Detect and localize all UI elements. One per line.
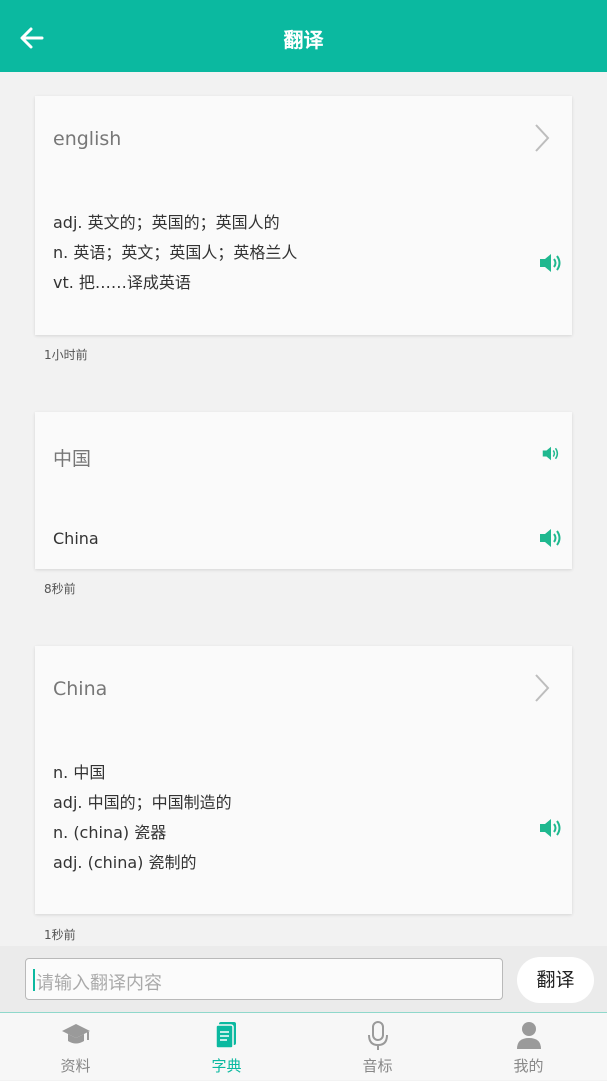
tab-label: 音标: [362, 1057, 393, 1075]
translate-input[interactable]: 请输入翻译内容: [25, 958, 503, 1000]
translate-button[interactable]: 翻译: [517, 957, 594, 1003]
translation-line: adj. 英文的；英国的；英国人的: [53, 213, 280, 232]
source-text: China: [53, 678, 108, 700]
chevron-right-icon[interactable]: [533, 123, 551, 153]
translation-line: adj. 中国的；中国制造的: [53, 793, 232, 812]
translation-line: n. (china) 瓷器: [53, 823, 167, 842]
speaker-icon[interactable]: [542, 445, 560, 462]
translation-line: China: [53, 529, 99, 548]
translation-lines: China: [53, 524, 99, 554]
chevron-right-icon[interactable]: [533, 673, 551, 703]
tab-label: 字典: [211, 1057, 242, 1075]
tab-dictionary[interactable]: 字典: [151, 1013, 302, 1081]
input-placeholder: 请输入翻译内容: [36, 973, 162, 994]
translation-line: vt. 把……译成英语: [53, 273, 191, 292]
tab-label: 我的: [513, 1057, 544, 1075]
source-text: english: [53, 128, 122, 150]
microphone-icon: [368, 1021, 388, 1050]
dictionary-icon: [215, 1022, 236, 1049]
timestamp: 1秒前: [44, 928, 76, 942]
speaker-icon[interactable]: [539, 527, 563, 549]
app-header: 翻译: [0, 0, 607, 72]
speaker-icon[interactable]: [539, 252, 563, 274]
graduation-cap-icon: [62, 1024, 90, 1044]
translation-lines: adj. 英文的；英国的；英国人的 n. 英语；英文；英国人；英格兰人 vt. …: [53, 208, 297, 298]
tab-phonetics[interactable]: 音标: [302, 1013, 453, 1081]
speaker-icon[interactable]: [539, 817, 563, 839]
translation-line: n. 英语；英文；英国人；英格兰人: [53, 243, 298, 262]
tab-label: 资料: [60, 1057, 91, 1075]
translation-lines: n. 中国 adj. 中国的；中国制造的 n. (china) 瓷器 adj. …: [53, 758, 232, 878]
source-text: 中国: [53, 448, 92, 470]
translation-line: adj. (china) 瓷制的: [53, 853, 197, 872]
translation-line: n. 中国: [53, 763, 106, 782]
history-card[interactable]: China n. 中国 adj. 中国的；中国制造的 n. (china) 瓷器…: [35, 646, 572, 914]
history-card[interactable]: english adj. 英文的；英国的；英国人的 n. 英语；英文；英国人；英…: [35, 96, 572, 335]
timestamp: 8秒前: [44, 582, 76, 596]
tab-resources[interactable]: 资料: [0, 1013, 151, 1081]
person-icon: [517, 1022, 541, 1049]
bottom-tab-bar: 资料 字典 音标 我的: [0, 1012, 607, 1080]
history-card[interactable]: 中国 China: [35, 412, 572, 569]
tab-profile[interactable]: 我的: [453, 1013, 604, 1081]
page-title: 翻译: [283, 28, 324, 52]
text-cursor: [33, 969, 35, 991]
timestamp: 1小时前: [44, 348, 88, 362]
